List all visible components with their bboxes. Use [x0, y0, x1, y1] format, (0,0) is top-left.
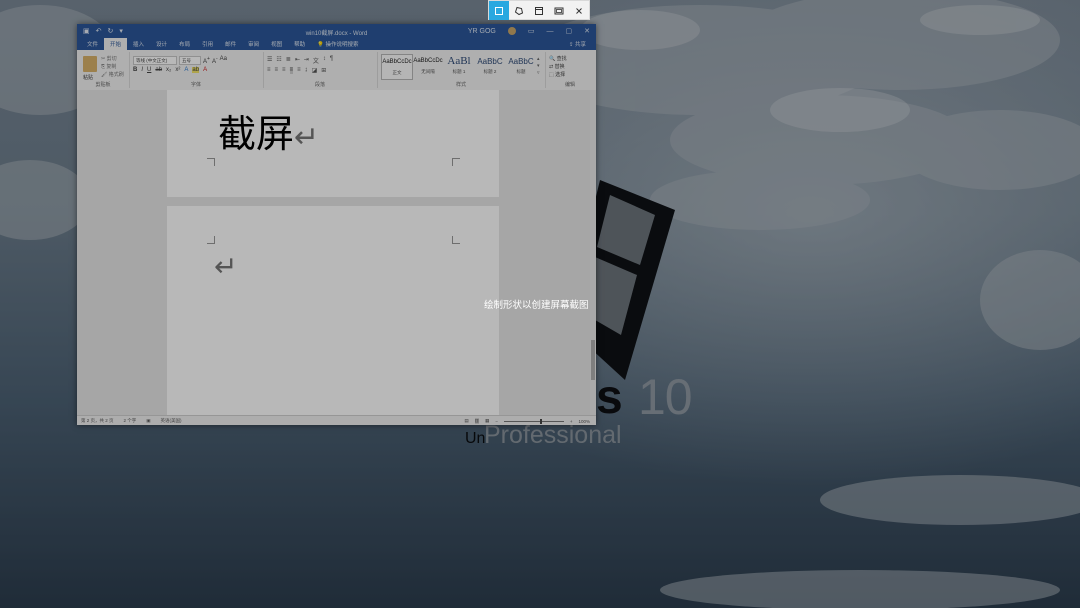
- rectangle-snip-icon: [495, 6, 503, 15]
- fullscreen-snip-button[interactable]: [549, 1, 569, 20]
- rectangular-snip-button[interactable]: [489, 1, 509, 20]
- freeform-snip-icon: [514, 6, 524, 15]
- window-snip-icon: [535, 6, 543, 15]
- snip-hint: 绘制形状以创建屏幕截图: [484, 300, 589, 311]
- snip-toolbar: [488, 0, 590, 20]
- freeform-snip-button[interactable]: [509, 1, 529, 20]
- close-snip-button[interactable]: [569, 1, 589, 20]
- fullscreen-snip-icon: [554, 7, 564, 14]
- window-snip-button[interactable]: [529, 1, 549, 20]
- close-icon: [576, 7, 582, 14]
